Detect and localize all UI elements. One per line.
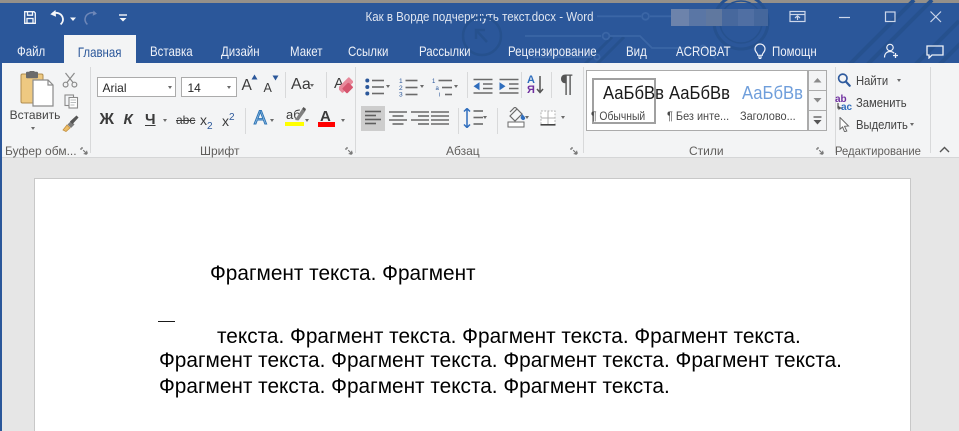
svg-text:3: 3 [399, 92, 403, 98]
svg-text:1: 1 [399, 78, 403, 85]
svg-text:i: i [439, 93, 440, 98]
svg-text:1: 1 [432, 79, 436, 85]
svg-text:a: a [436, 86, 440, 92]
